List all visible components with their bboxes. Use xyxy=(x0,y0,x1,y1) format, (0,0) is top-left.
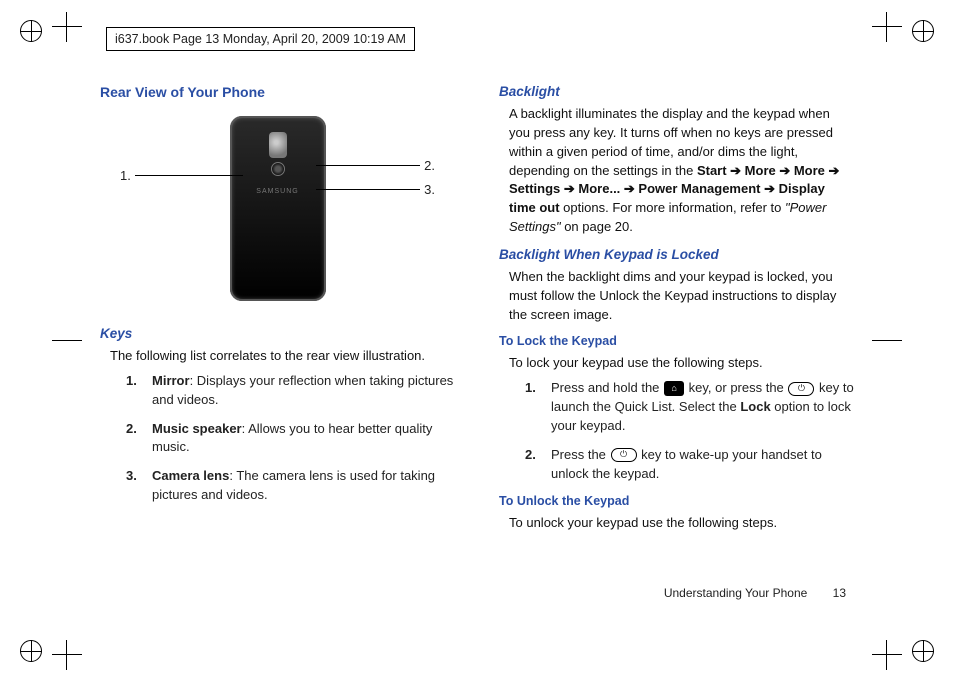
unlock-intro: To unlock your keypad use the following … xyxy=(499,514,854,533)
heading-unlock-keypad: To Unlock the Keypad xyxy=(499,494,854,508)
heading-backlight-locked: Backlight When Keypad is Locked xyxy=(499,247,854,262)
right-column: Backlight A backlight illuminates the di… xyxy=(499,84,854,612)
list-item: 1. Mirror: Displays your reflection when… xyxy=(126,372,455,410)
list-item-number: 3. xyxy=(126,467,152,505)
lock-steps-list: 1. Press and hold the ⌂ key, or press th… xyxy=(499,379,854,483)
phone-figure: SAMSUNG 1. 2. 3. xyxy=(100,106,455,316)
camera-lens-icon xyxy=(271,162,285,176)
registration-mark-icon xyxy=(20,20,42,42)
phone-illustration: SAMSUNG xyxy=(230,116,326,301)
heading-rear-view: Rear View of Your Phone xyxy=(100,84,455,100)
locked-paragraph: When the backlight dims and your keypad … xyxy=(499,268,854,325)
callout-1-label: 1. xyxy=(120,168,131,183)
crop-mark-icon xyxy=(872,12,902,42)
footer-section: Understanding Your Phone xyxy=(664,586,807,600)
lock-intro: To lock your keypad use the following st… xyxy=(499,354,854,373)
list-item-text: Press the ⏻ key to wake-up your handset … xyxy=(551,446,854,484)
heading-lock-keypad: To Lock the Keypad xyxy=(499,334,854,348)
page-body: Rear View of Your Phone SAMSUNG 1. 2. 3.… xyxy=(100,84,854,612)
crop-mark-icon xyxy=(872,640,902,670)
backlight-paragraph: A backlight illuminates the display and … xyxy=(499,105,854,237)
left-column: Rear View of Your Phone SAMSUNG 1. 2. 3.… xyxy=(100,84,455,612)
callout-2-label: 2. xyxy=(424,158,435,173)
list-item: 3. Camera lens: The camera lens is used … xyxy=(126,467,455,505)
power-key-icon: ⏻ xyxy=(611,448,637,462)
list-item: 1. Press and hold the ⌂ key, or press th… xyxy=(525,379,854,436)
list-item-label: Camera lens xyxy=(152,468,229,483)
phone-mirror-icon xyxy=(269,132,287,158)
callout-2: 2. xyxy=(316,158,435,173)
page-footer: Understanding Your Phone 13 xyxy=(664,586,846,600)
list-item-text: : Displays your reflection when taking p… xyxy=(152,373,453,407)
crop-mark-icon xyxy=(52,12,82,42)
crop-mark-icon xyxy=(52,326,82,356)
home-key-icon: ⌂ xyxy=(664,381,684,396)
registration-mark-icon xyxy=(912,640,934,662)
list-item: 2. Music speaker: Allows you to hear bet… xyxy=(126,420,455,458)
list-item: 2. Press the ⏻ key to wake-up your hands… xyxy=(525,446,854,484)
heading-backlight: Backlight xyxy=(499,84,854,99)
header-note: i637.book Page 13 Monday, April 20, 2009… xyxy=(106,27,415,51)
page-number: 13 xyxy=(833,586,846,600)
phone-brand-label: SAMSUNG xyxy=(256,188,298,195)
keys-intro: The following list correlates to the rea… xyxy=(100,347,455,366)
list-item-number: 2. xyxy=(126,420,152,458)
registration-mark-icon xyxy=(912,20,934,42)
list-item-label: Music speaker xyxy=(152,421,242,436)
callout-3: 3. xyxy=(316,182,435,197)
list-item-label: Mirror xyxy=(152,373,190,388)
list-item-text: Press and hold the ⌂ key, or press the ⏻… xyxy=(551,379,854,436)
list-item-number: 2. xyxy=(525,446,551,484)
callout-1: 1. xyxy=(120,168,243,183)
list-item-number: 1. xyxy=(126,372,152,410)
power-key-icon: ⏻ xyxy=(788,382,814,396)
crop-mark-icon xyxy=(872,326,902,356)
keys-list: 1. Mirror: Displays your reflection when… xyxy=(100,372,455,505)
crop-mark-icon xyxy=(52,640,82,670)
registration-mark-icon xyxy=(20,640,42,662)
callout-3-label: 3. xyxy=(424,182,435,197)
heading-keys: Keys xyxy=(100,326,455,341)
list-item-number: 1. xyxy=(525,379,551,436)
